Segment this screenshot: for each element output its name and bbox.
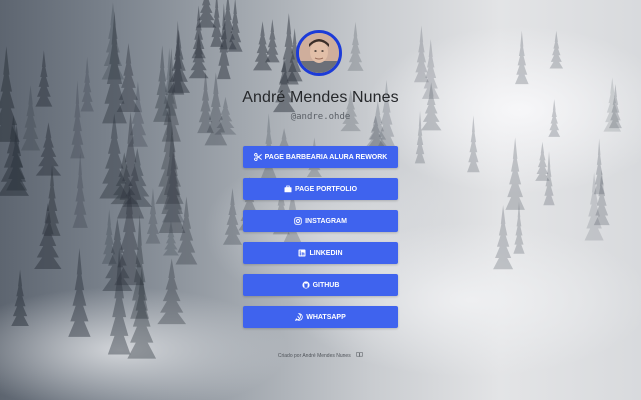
pine-tree: [347, 21, 364, 71]
link-list: PAGE BARBEARIA ALURA REWORK PAGE PORTFOL…: [243, 146, 398, 338]
github-icon: [301, 281, 310, 289]
link-label: PAGE PORTFOLIO: [294, 185, 358, 193]
avatar: [296, 30, 342, 76]
profile-name: André Mendes Nunes: [242, 89, 399, 106]
link-label: LINKEDIN: [309, 249, 343, 257]
pine-tree: [222, 188, 242, 245]
pine-tree: [188, 33, 209, 79]
pine-tree: [467, 115, 480, 173]
link-label: GITHUB: [312, 281, 340, 289]
pine-tree: [34, 203, 62, 270]
pine-tree: [514, 30, 529, 85]
link-label: WHATSAPP: [306, 313, 346, 321]
link-label: PAGE BARBEARIA ALURA REWORK: [264, 153, 388, 161]
footer: Criado por André Mendes Nunes: [0, 352, 641, 359]
briefcase-icon: [284, 185, 292, 193]
link-button-linkedin[interactable]: LINKEDIN: [243, 242, 398, 264]
scissors-icon: [253, 153, 262, 161]
footer-text: Criado por André Mendes Nunes: [277, 352, 351, 359]
link-label: INSTAGRAM: [305, 217, 347, 225]
link-button-instagram[interactable]: INSTAGRAM: [243, 210, 398, 232]
whatsapp-icon: [295, 313, 303, 321]
link-button-portfolio[interactable]: PAGE PORTFOLIO: [243, 178, 398, 200]
pine-tree: [35, 122, 62, 176]
link-button-whatsapp[interactable]: WHATSAPP: [243, 306, 398, 328]
pine-tree: [265, 19, 280, 63]
profile-handle: @andre.ohde: [290, 112, 351, 122]
book-icon: [356, 352, 363, 359]
linkedin-icon: [298, 249, 306, 257]
pine-tree: [505, 137, 525, 210]
pine-tree: [549, 30, 564, 69]
pine-tree: [157, 258, 187, 325]
instagram-icon: [294, 217, 302, 225]
link-button-github[interactable]: GITHUB: [243, 274, 398, 296]
link-button-barbearia[interactable]: PAGE BARBEARIA ALURA REWORK: [243, 146, 398, 168]
avatar-photo: [299, 33, 339, 73]
pine-tree: [68, 248, 91, 337]
pine-tree: [11, 269, 29, 327]
pine-tree: [493, 204, 514, 270]
pine-tree: [72, 152, 88, 228]
